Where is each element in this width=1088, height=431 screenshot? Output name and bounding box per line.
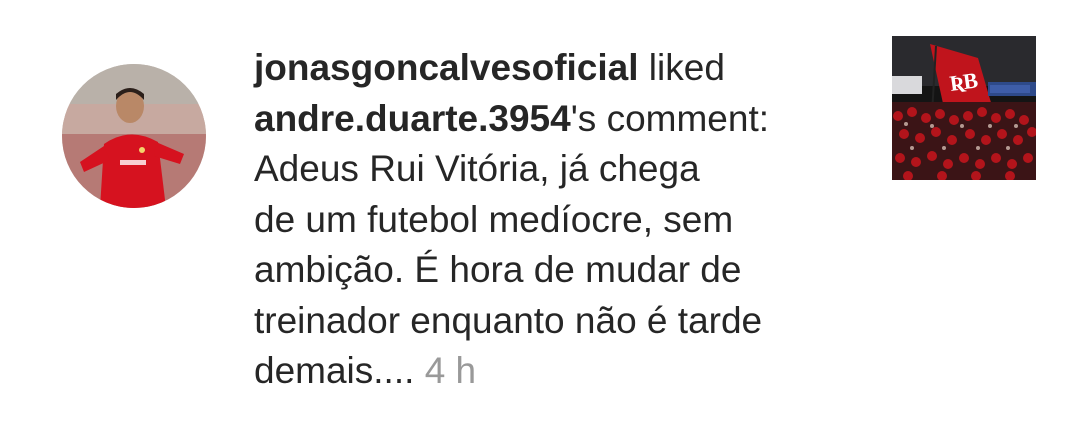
comment-line: de um futebol medíocre, sem xyxy=(254,198,734,240)
comment-line: treinador enquanto não é tarde xyxy=(254,299,763,341)
comment-last-line: demais.... 4 h xyxy=(254,346,854,397)
comment-line: ambição. É hora de mudar de xyxy=(254,249,742,290)
notification-header-line-1: jonasgoncalvesoficial liked xyxy=(254,43,854,94)
notification-text: jonasgoncalvesoficial liked andre.duarte… xyxy=(254,43,854,397)
comment-line: Adeus Rui Vitória, já chega xyxy=(254,148,700,189)
post-thumbnail[interactable]: ƦB xyxy=(892,36,1036,180)
user-avatar[interactable] xyxy=(62,64,206,208)
comment-line: demais.... xyxy=(254,350,415,391)
notification-header-line-2: andre.duarte.3954's comment: xyxy=(254,94,854,145)
comment-suffix: 's comment: xyxy=(570,97,769,139)
comment-author-username[interactable]: andre.duarte.3954 xyxy=(254,98,571,139)
post-thumbnail-image: ƦB xyxy=(892,36,1036,180)
timestamp: 4 h xyxy=(424,350,477,391)
svg-text:ƦB: ƦB xyxy=(948,67,980,96)
avatar-photo xyxy=(62,64,206,208)
action-text: liked xyxy=(638,47,725,88)
liker-username[interactable]: jonasgoncalvesoficial xyxy=(254,47,639,88)
